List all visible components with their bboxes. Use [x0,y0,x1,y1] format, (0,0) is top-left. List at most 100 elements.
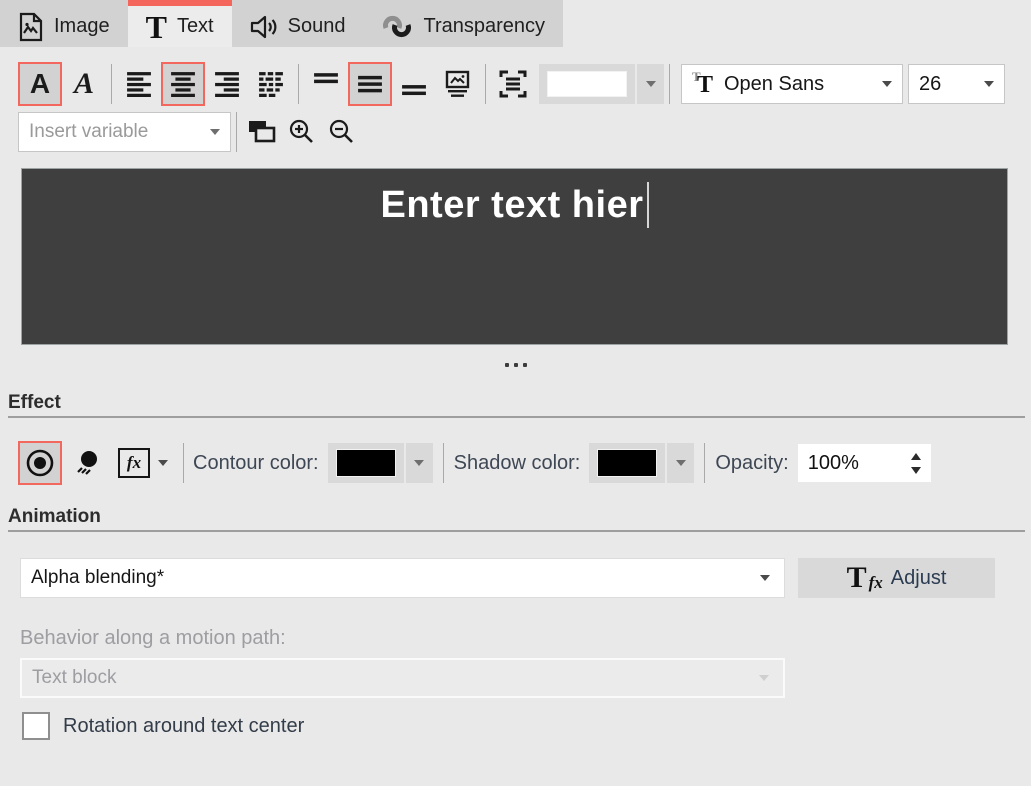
effect-section-title: Effect [8,392,61,414]
splitter-dot [505,363,509,367]
font-icon: TT [692,71,716,97]
bold-icon: A [30,70,50,98]
valign-middle-button[interactable] [348,62,392,106]
contour-color-label: Contour color: [193,452,319,475]
zoom-in-button[interactable] [282,112,322,152]
contour-icon [25,448,55,478]
text-icon: T [146,11,167,43]
font-color-dropdown [539,64,664,104]
align-center-button[interactable] [161,62,205,106]
contour-button[interactable] [18,441,62,485]
shadow-icon [73,448,103,478]
rotation-checkbox[interactable] [22,712,50,740]
contour-color-button[interactable] [328,443,404,483]
font-color-button[interactable] [539,64,635,104]
fit-text-frame-button[interactable] [491,62,535,106]
chevron-down-icon [676,460,686,466]
shadow-color-label: Shadow color: [454,452,581,475]
align-justify-button[interactable] [249,62,293,106]
toolbar-separator [183,443,184,483]
text-cursor [647,182,649,228]
chevron-down-icon [882,81,892,87]
toolbar-separator [443,443,444,483]
tab-label: Transparency [423,15,545,38]
font-size-select[interactable]: 26 [908,64,1005,104]
tab-label: Text [177,15,214,38]
chevron-down-icon [760,575,770,581]
fit-text-frame-icon [499,70,527,98]
editor-text: Enter text hier [380,184,643,227]
chevron-down-icon [210,129,220,135]
font-color-arrow-button[interactable] [637,64,664,104]
shadow-color-swatch [597,449,657,477]
contour-color-arrow-button[interactable] [406,443,433,483]
duplicate-icon [247,119,277,145]
toolbar-separator [298,64,299,104]
effect-toolbar: fx Contour color: Shadow color: Opacity [18,439,931,487]
image-icon [18,12,44,42]
adjust-button-label: Adjust [891,567,947,590]
toolbar-separator [669,64,670,104]
zoom-out-button[interactable] [322,112,362,152]
fx-dropdown-button[interactable] [152,443,174,483]
tab-transparency[interactable]: Transparency [363,0,563,47]
duplicate-button[interactable] [242,112,282,152]
animation-select[interactable]: Alpha blending* [20,558,785,598]
tab-bar: Image T Text Sound Transpar [0,0,563,47]
insert-variable-select[interactable]: Insert variable [18,112,231,152]
align-right-icon [214,71,240,97]
adjust-button[interactable]: T fx Adjust [798,558,995,598]
shadow-color-arrow-button[interactable] [667,443,694,483]
align-right-button[interactable] [205,62,249,106]
contour-color-swatch [336,449,396,477]
toolbar-separator [111,64,112,104]
valign-top-button[interactable] [304,62,348,106]
toolbar-separator [704,443,705,483]
opacity-label: Opacity: [715,452,788,475]
insert-variable-value: Insert variable [29,121,148,143]
rotation-option: Rotation around text center [22,712,304,740]
text-editor[interactable]: Enter text hier [21,168,1008,345]
chevron-down-icon [646,81,656,87]
transparency-icon [381,14,413,40]
font-color-swatch [547,71,627,97]
font-family-select[interactable]: TT Open Sans [681,64,903,104]
contour-color-dropdown [328,443,433,483]
tab-text[interactable]: T Text [128,0,232,47]
spin-down-icon[interactable] [911,467,921,474]
italic-icon: A [74,69,94,99]
align-left-button[interactable] [117,62,161,106]
chevron-down-icon [414,460,424,466]
valign-bottom-button[interactable] [392,62,436,106]
tab-label: Image [54,15,110,38]
image-caption-button[interactable] [436,62,480,106]
insert-toolbar: Insert variable [18,111,362,153]
splitter-dot [514,363,518,367]
tab-label: Sound [288,15,346,38]
fx-button[interactable]: fx [116,443,152,483]
spin-up-icon[interactable] [911,453,921,460]
rotation-checkbox-label: Rotation around text center [63,715,304,738]
chevron-down-icon [759,675,769,681]
shadow-button[interactable] [66,441,110,485]
format-toolbar: A A [18,61,1005,107]
valign-middle-icon [357,71,383,97]
shadow-color-button[interactable] [589,443,665,483]
effect-divider [8,416,1025,418]
opacity-spinner[interactable]: 100% [798,444,931,482]
italic-button[interactable]: A [62,62,106,106]
panel-splitter-handle[interactable] [0,358,1031,372]
valign-bottom-icon [401,71,427,97]
tab-sound[interactable]: Sound [232,0,364,47]
chevron-down-icon [158,460,168,466]
motion-path-behavior-label: Behavior along a motion path: [20,627,286,650]
toolbar-separator [485,64,486,104]
bold-button[interactable]: A [18,62,62,106]
splitter-dot [523,363,527,367]
sound-icon [250,14,278,40]
motion-path-behavior-select: Text block [20,658,785,698]
animation-value: Alpha blending* [31,567,164,589]
motion-path-behavior-value: Text block [32,667,116,689]
text-effect-icon: T [847,563,867,593]
tab-image[interactable]: Image [0,0,128,47]
